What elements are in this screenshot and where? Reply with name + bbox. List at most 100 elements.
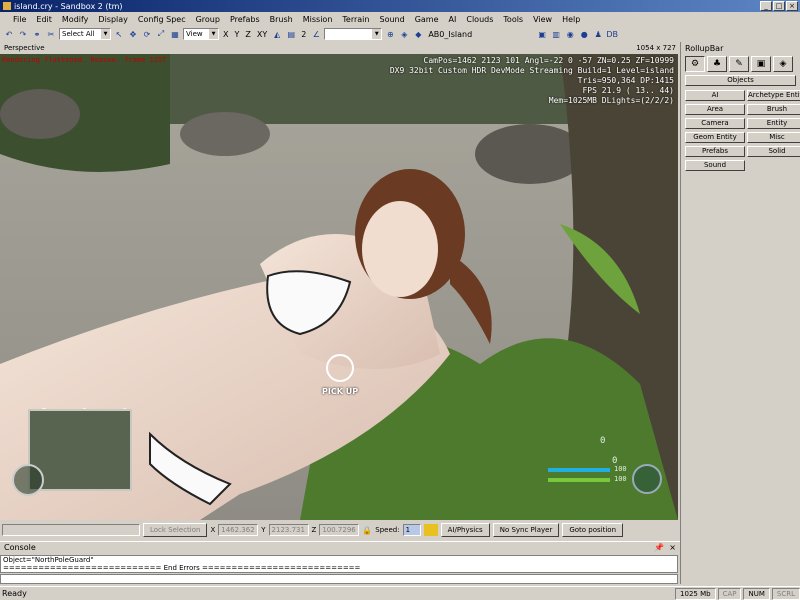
select-mode-value: Select All	[62, 30, 95, 38]
maximize-button[interactable]: □	[773, 1, 785, 11]
console-pin-icon[interactable]: 📌	[654, 543, 664, 552]
title-bar: island.cry - Sandbox 2 (tm) _ □ ×	[0, 0, 800, 12]
select-terrain-icon[interactable]: ▦	[169, 28, 181, 40]
goto-position-button[interactable]: Goto position	[562, 523, 624, 537]
console-input[interactable]	[0, 574, 678, 584]
menu-bar: File Edit Modify Display Config Spec Group Pre…	[0, 12, 800, 26]
grid-snap-icon[interactable]: ▤	[285, 28, 297, 40]
position-bar: Lock Selection X 1462.362 Y 2123.731 Z 1…	[0, 520, 680, 540]
menu-terrain[interactable]: Terrain	[337, 15, 374, 24]
speed-label: Speed:	[375, 526, 400, 534]
objects-tab-icon[interactable]: ⚙	[685, 56, 705, 72]
entity-button[interactable]: Entity	[747, 118, 800, 129]
axis-y-button[interactable]: Y	[232, 30, 241, 39]
menu-file[interactable]: File	[8, 15, 31, 24]
angle-snap-icon[interactable]: ∠	[310, 28, 322, 40]
select-mode-combo[interactable]: Select All ▼	[59, 28, 111, 40]
lock-icon[interactable]: 🔒	[362, 526, 372, 535]
rollup-title: RollupBar	[685, 44, 724, 53]
sound-button[interactable]: Sound	[685, 160, 745, 171]
goto-selection-icon[interactable]: ⊕	[384, 28, 396, 40]
num-indicator: NUM	[743, 588, 770, 600]
layers-tab-icon[interactable]: ◈	[773, 56, 793, 72]
health-value: 100	[614, 465, 627, 473]
close-button[interactable]: ×	[786, 1, 798, 11]
rotate-icon[interactable]: ⟳	[141, 28, 153, 40]
console-line: =========================== End Errors =…	[3, 564, 361, 572]
render-warning: Rendering flattened. Reason: frame 11ST	[2, 56, 167, 64]
scale-icon[interactable]: ⤢	[155, 28, 167, 40]
area-button[interactable]: Area	[685, 104, 745, 115]
view-mode-combo[interactable]: View ▼	[183, 28, 219, 40]
select-arrow-icon[interactable]: ↖	[113, 28, 125, 40]
menu-prefabs[interactable]: Prefabs	[225, 15, 265, 24]
window-title: island.cry - Sandbox 2 (tm)	[14, 1, 123, 11]
menu-ai[interactable]: AI	[444, 15, 462, 24]
axis-x-button[interactable]: X	[221, 30, 230, 39]
solid-button[interactable]: Solid	[747, 146, 800, 157]
menu-group[interactable]: Group	[191, 15, 225, 24]
y-label: Y	[261, 526, 266, 534]
unlink-icon[interactable]: ✂	[45, 28, 57, 40]
menu-edit[interactable]: Edit	[31, 15, 57, 24]
redo-icon[interactable]: ↷	[17, 28, 29, 40]
terrain-tab-icon[interactable]: ♣	[707, 56, 727, 72]
z-field[interactable]: 100.7296	[319, 524, 360, 536]
materials-icon[interactable]: ◈	[398, 28, 410, 40]
display-tab-icon[interactable]: ▣	[751, 56, 771, 72]
x-field[interactable]: 1462.362	[218, 524, 259, 536]
minimize-button[interactable]: _	[760, 1, 772, 11]
viewport-3d[interactable]: Rendering flattened. Reason: frame 11ST …	[0, 54, 678, 520]
menu-modify[interactable]: Modify	[57, 15, 94, 24]
menu-tools[interactable]: Tools	[498, 15, 528, 24]
prefabs-button[interactable]: Prefabs	[685, 146, 745, 157]
menu-mission[interactable]: Mission	[298, 15, 338, 24]
no-sync-player-button[interactable]: No Sync Player	[492, 523, 560, 537]
menu-clouds[interactable]: Clouds	[461, 15, 498, 24]
database-icon[interactable]: DB	[606, 28, 618, 40]
menu-view[interactable]: View	[528, 15, 557, 24]
rollup-bar: RollupBar ⚙ ♣ ✎ ▣ ◈ Objects AI Archetype…	[680, 42, 800, 584]
link-icon[interactable]: ⚭	[31, 28, 43, 40]
menu-help[interactable]: Help	[557, 15, 585, 24]
menu-display[interactable]: Display	[93, 15, 133, 24]
layer-combo[interactable]: ▼	[324, 28, 383, 40]
archetype-entity-button[interactable]: Archetype Entity	[747, 90, 800, 101]
menu-sound[interactable]: Sound	[374, 15, 409, 24]
ai-button[interactable]: AI	[685, 90, 745, 101]
lock-selection-button[interactable]: Lock Selection	[143, 523, 208, 537]
geom-entity-button[interactable]: Geom Entity	[685, 132, 745, 143]
physics-icon[interactable]: ◉	[564, 28, 576, 40]
speed-field[interactable]: 1	[402, 524, 421, 536]
brush-button[interactable]: Brush	[747, 104, 800, 115]
undo-icon[interactable]: ↶	[3, 28, 15, 40]
level-name[interactable]: AB0_Island	[426, 30, 474, 39]
y-field[interactable]: 2123.731	[268, 524, 309, 536]
pickup-label: PICK UP	[322, 387, 359, 396]
camera-button[interactable]: Camera	[685, 118, 745, 129]
menu-config-spec[interactable]: Config Spec	[133, 15, 191, 24]
axis-z-button[interactable]: Z	[243, 30, 252, 39]
menu-game[interactable]: Game	[410, 15, 444, 24]
axis-xy-button[interactable]: XY	[255, 30, 269, 39]
snap-value[interactable]: 2	[299, 30, 308, 39]
character-icon[interactable]: ♟	[592, 28, 604, 40]
console-close-icon[interactable]: ×	[669, 543, 676, 552]
move-icon[interactable]: ✥	[127, 28, 139, 40]
stat-line: CamPos=1462 2123 101 Angl=-22 0 -57 ZN=0…	[423, 56, 674, 65]
modeling-tab-icon[interactable]: ✎	[729, 56, 749, 72]
terrain-snap-icon[interactable]: ◭	[271, 28, 283, 40]
camera-icon[interactable]: ▣	[536, 28, 548, 40]
viewport-label[interactable]: Perspective	[4, 44, 45, 52]
level-icon[interactable]: ◆	[412, 28, 424, 40]
objects-header[interactable]: Objects	[685, 75, 796, 86]
globe-icon[interactable]: ●	[578, 28, 590, 40]
menu-brush[interactable]: Brush	[265, 15, 298, 24]
app-icon	[3, 2, 11, 10]
suit-mode-icon	[632, 464, 662, 494]
terrain-follow-icon[interactable]	[423, 524, 438, 536]
dock-icon[interactable]: ▥	[550, 28, 562, 40]
misc-button[interactable]: Misc	[747, 132, 800, 143]
ai-physics-button[interactable]: AI/Physics	[440, 523, 490, 537]
status-bar: Ready 1025 Mb CAP NUM SCRL	[0, 586, 800, 600]
